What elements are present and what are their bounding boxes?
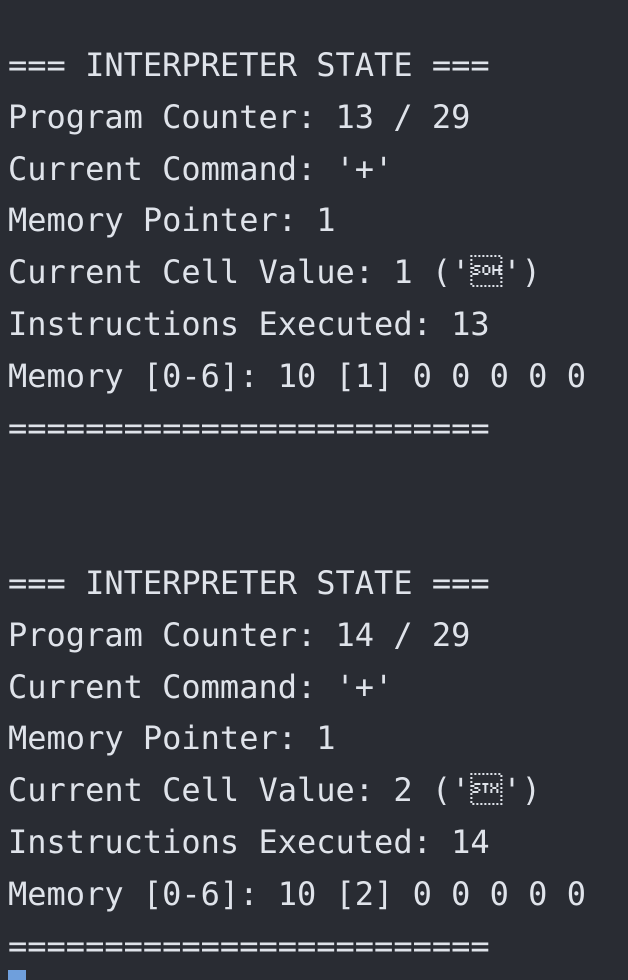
program-counter-line: Program Counter: 14 / 29 bbox=[8, 615, 471, 654]
current-command-line: Current Command: '+' bbox=[8, 667, 394, 706]
state-footer: ========================= bbox=[8, 926, 490, 965]
instructions-executed-line: Instructions Executed: 14 bbox=[8, 822, 490, 861]
current-cell-value-line: Current Cell Value: 2 ('') bbox=[8, 771, 541, 810]
state-header: === INTERPRETER STATE === bbox=[8, 564, 490, 602]
instructions-executed-line: Instructions Executed: 13 bbox=[8, 304, 490, 343]
current-cell-value-line: Current Cell Value: 1 ('') bbox=[8, 253, 541, 292]
interpreter-state-block: === INTERPRETER STATE === Program Counte… bbox=[8, 558, 628, 972]
current-command-line: Current Command: '+' bbox=[8, 149, 394, 188]
memory-dump-line: Memory [0-6]: 10 [1] 0 0 0 0 0 bbox=[8, 356, 586, 395]
state-header: === INTERPRETER STATE === bbox=[8, 46, 490, 84]
state-footer: ========================= bbox=[8, 408, 490, 447]
memory-pointer-line: Memory Pointer: 1 bbox=[8, 201, 336, 240]
interpreter-state-block: === INTERPRETER STATE === Program Counte… bbox=[8, 40, 628, 454]
program-counter-line: Program Counter: 13 / 29 bbox=[8, 97, 471, 136]
terminal-window[interactable]: === INTERPRETER STATE === Program Counte… bbox=[0, 0, 628, 980]
terminal-cursor bbox=[8, 970, 26, 980]
memory-pointer-line: Memory Pointer: 1 bbox=[8, 719, 336, 758]
memory-dump-line: Memory [0-6]: 10 [2] 0 0 0 0 0 bbox=[8, 874, 586, 913]
